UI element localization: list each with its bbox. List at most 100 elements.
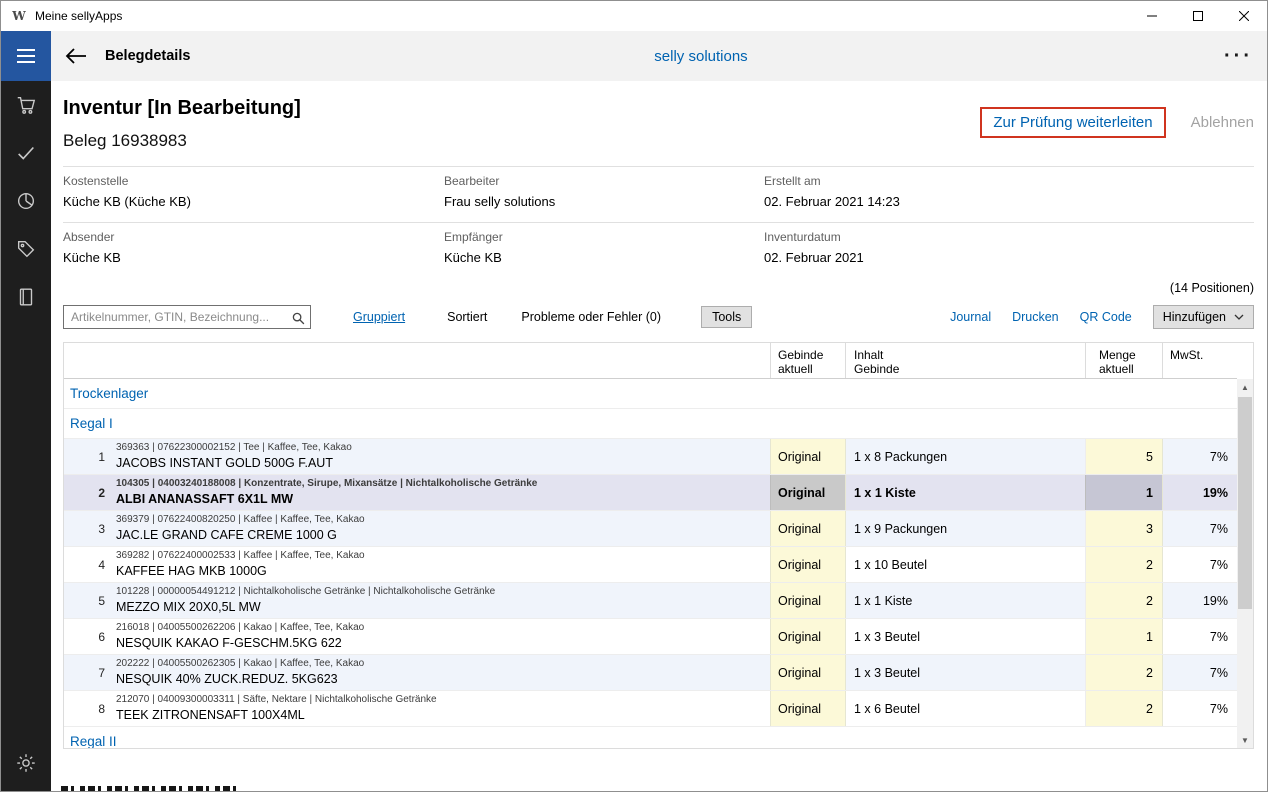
journal-link[interactable]: Journal bbox=[950, 310, 991, 324]
gebinde-cell[interactable]: Original bbox=[770, 511, 845, 546]
tools-button[interactable]: Tools bbox=[701, 306, 752, 328]
table-group-header[interactable]: Regal II bbox=[64, 727, 1237, 748]
positions-table: Gebinde aktuell Inhalt Gebinde Menge akt… bbox=[63, 342, 1254, 749]
back-button[interactable] bbox=[63, 44, 89, 68]
inhalt-cell: 1 x 1 Kiste bbox=[845, 475, 1085, 510]
vertical-scrollbar[interactable]: ▲ ▼ bbox=[1237, 379, 1253, 748]
article-name: JAC.LE GRAND CAFE CREME 1000 G bbox=[116, 528, 337, 543]
table-group-header[interactable]: Trockenlager bbox=[64, 379, 1237, 409]
cart-icon bbox=[15, 94, 37, 116]
sidebar-item-statistics[interactable] bbox=[1, 177, 51, 225]
inhalt-cell: 1 x 8 Packungen bbox=[845, 439, 1085, 474]
maximize-icon bbox=[1193, 11, 1203, 21]
clipped-text-artifact bbox=[61, 786, 237, 791]
table-row[interactable]: 8212070 | 04009300003311 | Säfte, Nektar… bbox=[64, 691, 1237, 727]
maximize-button[interactable] bbox=[1175, 1, 1221, 31]
table-group-header[interactable]: Regal I bbox=[64, 409, 1237, 439]
article-cell: 101228 | 00000054491212 | Nichtalkoholis… bbox=[114, 583, 770, 618]
menge-cell[interactable]: 1 bbox=[1085, 619, 1162, 654]
sidebar-item-settings[interactable] bbox=[1, 739, 51, 787]
row-number: 3 bbox=[64, 511, 114, 546]
table-row[interactable]: 2104305 | 04003240188008 | Konzentrate, … bbox=[64, 475, 1237, 511]
mwst-cell: 19% bbox=[1162, 583, 1237, 618]
more-options-button[interactable]: ··· bbox=[1224, 31, 1253, 81]
qr-code-link[interactable]: QR Code bbox=[1080, 310, 1132, 324]
menge-cell[interactable]: 3 bbox=[1085, 511, 1162, 546]
article-name: ALBI ANANASSAFT 6X1L MW bbox=[116, 492, 293, 507]
reject-button[interactable]: Ablehnen bbox=[1191, 114, 1254, 131]
problems-filter[interactable]: Probleme oder Fehler (0) bbox=[521, 310, 661, 324]
search-icon bbox=[292, 312, 305, 325]
article-cell: 369363 | 07622300002152 | Tee | Kaffee, … bbox=[114, 439, 770, 474]
column-header-menge: Menge aktuell bbox=[1085, 343, 1162, 378]
add-button[interactable]: Hinzufügen bbox=[1153, 305, 1254, 329]
mwst-cell: 19% bbox=[1162, 475, 1237, 510]
article-meta: 104305 | 04003240188008 | Konzentrate, S… bbox=[116, 478, 537, 490]
search-button[interactable] bbox=[289, 309, 307, 327]
scrollbar-thumb[interactable] bbox=[1238, 397, 1252, 609]
article-cell: 216018 | 04005500262206 | Kakao | Kaffee… bbox=[114, 619, 770, 654]
grouped-toggle[interactable]: Gruppiert bbox=[353, 310, 405, 324]
gear-icon bbox=[15, 752, 37, 774]
hamburger-menu-button[interactable] bbox=[1, 31, 51, 81]
close-button[interactable] bbox=[1221, 1, 1267, 31]
info-row: Kostenstelle Küche KB (Küche KB) Bearbei… bbox=[63, 166, 1254, 222]
pie-chart-icon bbox=[15, 190, 37, 212]
gebinde-cell[interactable]: Original bbox=[770, 547, 845, 582]
article-cell: 212070 | 04009300003311 | Säfte, Nektare… bbox=[114, 691, 770, 726]
close-icon bbox=[1239, 11, 1249, 21]
minimize-icon bbox=[1147, 11, 1157, 21]
menge-cell[interactable]: 2 bbox=[1085, 655, 1162, 690]
table-row[interactable]: 6216018 | 04005500262206 | Kakao | Kaffe… bbox=[64, 619, 1237, 655]
table-row[interactable]: 3369379 | 07622400820250 | Kaffee | Kaff… bbox=[64, 511, 1237, 547]
sorted-toggle[interactable]: Sortiert bbox=[447, 310, 487, 324]
gebinde-cell[interactable]: Original bbox=[770, 619, 845, 654]
gebinde-cell[interactable]: Original bbox=[770, 655, 845, 690]
field-value-inventurdatum: 02. Februar 2021 bbox=[764, 250, 1254, 265]
article-name: JACOBS INSTANT GOLD 500G F.AUT bbox=[116, 456, 333, 471]
menge-cell[interactable]: 2 bbox=[1085, 583, 1162, 618]
toolbar-right: Journal Drucken QR Code Hinzufügen bbox=[950, 305, 1254, 329]
gebinde-cell[interactable]: Original bbox=[770, 583, 845, 618]
table-row[interactable]: 5101228 | 00000054491212 | Nichtalkoholi… bbox=[64, 583, 1237, 619]
field-value-kostenstelle: Küche KB (Küche KB) bbox=[63, 194, 444, 209]
row-number: 8 bbox=[64, 691, 114, 726]
search-input[interactable] bbox=[64, 306, 310, 328]
sidebar-item-catalog[interactable] bbox=[1, 273, 51, 321]
hamburger-icon bbox=[17, 49, 35, 51]
tag-icon bbox=[15, 238, 37, 260]
article-name: NESQUIK KAKAO F-GESCHM.5KG 622 bbox=[116, 636, 342, 651]
row-number: 7 bbox=[64, 655, 114, 690]
window-title: Meine sellyApps bbox=[35, 9, 122, 23]
inhalt-cell: 1 x 3 Beutel bbox=[845, 655, 1085, 690]
row-number: 2 bbox=[64, 475, 114, 510]
article-meta: 212070 | 04009300003311 | Säfte, Nektare… bbox=[116, 694, 437, 706]
positions-count: (14 Positionen) bbox=[63, 281, 1254, 295]
add-button-label: Hinzufügen bbox=[1163, 310, 1226, 324]
menge-cell[interactable]: 1 bbox=[1085, 475, 1162, 510]
article-meta: 216018 | 04005500262206 | Kakao | Kaffee… bbox=[116, 622, 364, 634]
table-row[interactable]: 1369363 | 07622300002152 | Tee | Kaffee,… bbox=[64, 439, 1237, 475]
sidebar-item-cart[interactable] bbox=[1, 81, 51, 129]
article-meta: 369363 | 07622300002152 | Tee | Kaffee, … bbox=[116, 442, 352, 454]
field-label-absender: Absender bbox=[63, 230, 444, 244]
minimize-button[interactable] bbox=[1129, 1, 1175, 31]
table-row[interactable]: 7202222 | 04005500262305 | Kakao | Kaffe… bbox=[64, 655, 1237, 691]
scroll-down-button[interactable]: ▼ bbox=[1237, 732, 1253, 748]
table-row[interactable]: 4369282 | 07622400002533 | Kaffee | Kaff… bbox=[64, 547, 1237, 583]
mwst-cell: 7% bbox=[1162, 619, 1237, 654]
article-name: MEZZO MIX 20X0,5L MW bbox=[116, 600, 261, 615]
print-link[interactable]: Drucken bbox=[1012, 310, 1059, 324]
gebinde-cell[interactable]: Original bbox=[770, 475, 845, 510]
menge-cell[interactable]: 5 bbox=[1085, 439, 1162, 474]
article-meta: 101228 | 00000054491212 | Nichtalkoholis… bbox=[116, 586, 495, 598]
scroll-up-button[interactable]: ▲ bbox=[1237, 379, 1253, 395]
gebinde-cell[interactable]: Original bbox=[770, 691, 845, 726]
window-controls bbox=[1129, 1, 1267, 31]
sidebar-item-prices[interactable] bbox=[1, 225, 51, 273]
menge-cell[interactable]: 2 bbox=[1085, 547, 1162, 582]
sidebar-item-tasks[interactable] bbox=[1, 129, 51, 177]
forward-for-review-button[interactable]: Zur Prüfung weiterleiten bbox=[980, 107, 1165, 138]
gebinde-cell[interactable]: Original bbox=[770, 439, 845, 474]
menge-cell[interactable]: 2 bbox=[1085, 691, 1162, 726]
